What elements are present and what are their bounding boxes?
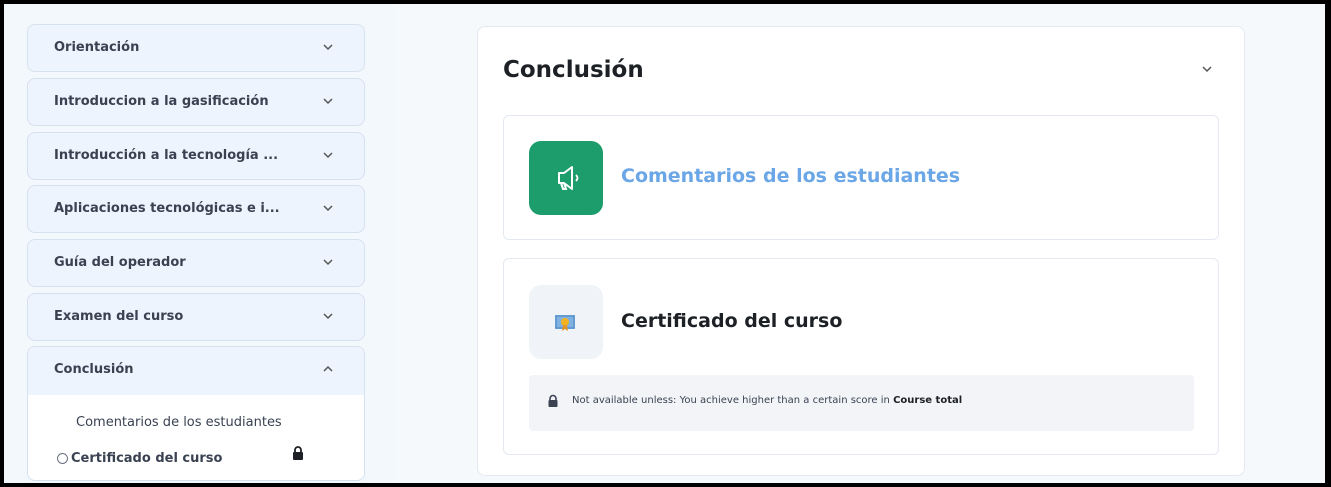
sidebar-section-aplicaciones[interactable]: Aplicaciones tecnológicas e i... bbox=[27, 185, 365, 233]
section-label: Introduccion a la gasificación bbox=[54, 94, 269, 109]
sidebar-section-orientacion[interactable]: Orientación bbox=[27, 24, 365, 72]
chevron-down-icon[interactable] bbox=[320, 93, 336, 109]
section-title: Conclusión bbox=[503, 57, 644, 83]
sidebar-section-introduccion-gasificacion[interactable]: Introduccion a la gasificación bbox=[27, 78, 365, 126]
chevron-up-icon[interactable] bbox=[320, 361, 336, 377]
chevron-down-icon[interactable] bbox=[320, 200, 336, 216]
sidebar-section-examen[interactable]: Examen del curso bbox=[27, 293, 365, 341]
sidebar-section-guia-operador[interactable]: Guía del operador bbox=[27, 239, 365, 287]
activity-comentarios: Comentarios de los estudiantes bbox=[503, 115, 1219, 240]
section-label: Conclusión bbox=[54, 362, 134, 377]
completion-circle-icon bbox=[57, 453, 68, 464]
chevron-down-icon[interactable] bbox=[1199, 61, 1215, 77]
lock-icon bbox=[293, 446, 303, 460]
sidebar-item-certificado[interactable]: Certificado del curso bbox=[71, 451, 222, 466]
sidebar-section-introduccion-tecnologia[interactable]: Introducción a la tecnología ... bbox=[27, 132, 365, 180]
chevron-down-icon[interactable] bbox=[320, 147, 336, 163]
chevron-down-icon[interactable] bbox=[320, 39, 336, 55]
certificate-icon bbox=[529, 285, 603, 359]
course-index-sidebar: Orientación Introduccion a la gasificaci… bbox=[4, 4, 394, 483]
section-label: Guía del operador bbox=[54, 255, 186, 270]
activity-certificado: Certificado del curso Not available unle… bbox=[503, 258, 1219, 455]
restriction-prefix: Not available unless: You achieve higher… bbox=[572, 395, 894, 406]
activity-link[interactable]: Comentarios de los estudiantes bbox=[621, 165, 960, 187]
chevron-down-icon[interactable] bbox=[320, 254, 336, 270]
chevron-down-icon[interactable] bbox=[320, 308, 336, 324]
section-label: Examen del curso bbox=[54, 309, 184, 324]
restriction-text: Not available unless: You achieve higher… bbox=[572, 395, 962, 406]
restriction-notice: Not available unless: You achieve higher… bbox=[529, 375, 1194, 431]
section-label: Orientación bbox=[54, 40, 140, 55]
section-label: Introducción a la tecnología ... bbox=[54, 148, 279, 163]
sidebar-section-conclusion: Conclusión Comentarios de los estudiante… bbox=[27, 346, 365, 481]
sidebar-item-comentarios[interactable]: Comentarios de los estudiantes bbox=[76, 415, 282, 430]
activity-name[interactable]: Certificado del curso bbox=[621, 310, 842, 332]
section-label: Aplicaciones tecnológicas e i... bbox=[54, 201, 280, 216]
section-card: Conclusión Comentarios de los estudiante… bbox=[477, 26, 1245, 476]
section-header[interactable]: Conclusión bbox=[28, 347, 364, 395]
restriction-grade-item: Course total bbox=[893, 395, 963, 406]
lock-icon bbox=[548, 394, 558, 407]
page: Orientación Introduccion a la gasificaci… bbox=[4, 4, 1325, 483]
megaphone-icon bbox=[529, 141, 603, 215]
